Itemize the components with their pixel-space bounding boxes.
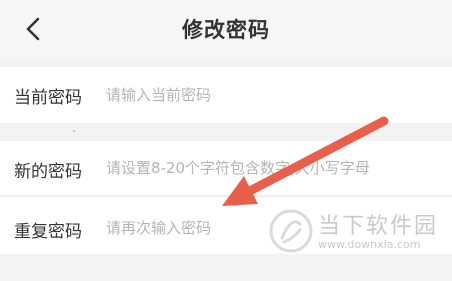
repeat-password-label: 重复密码: [14, 222, 82, 242]
current-password-row: 当前密码: [0, 67, 452, 123]
current-password-input[interactable]: [106, 83, 452, 107]
new-password-label: 新的密码: [14, 162, 82, 182]
watermark-name: 当下软件园: [318, 214, 439, 239]
new-password-row: 新的密码: [0, 141, 452, 195]
current-password-label: 当前密码: [14, 88, 82, 108]
watermark-url: www.downxia.com: [318, 238, 421, 251]
new-password-input[interactable]: [106, 156, 452, 180]
top-nav-bar: 修改密码: [0, 0, 452, 58]
page-title: 修改密码: [182, 18, 270, 42]
watermark-logo-icon: [269, 209, 313, 253]
divider-dot: [73, 130, 75, 132]
